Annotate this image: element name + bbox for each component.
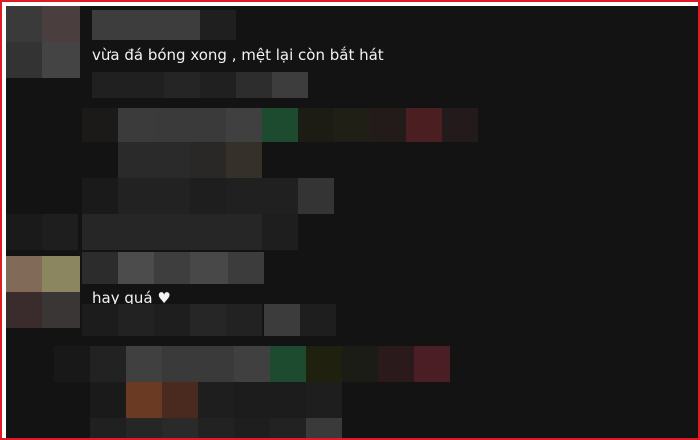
green-reaction[interactable]	[262, 108, 298, 142]
username-tail	[200, 10, 236, 40]
comment-feed: vừa đá bóng xong , mệt lại còn bắt hát h…	[6, 6, 698, 438]
username[interactable]	[82, 252, 264, 284]
reply-button[interactable]	[236, 72, 272, 98]
like-button[interactable]	[272, 72, 308, 98]
green-reaction[interactable]	[270, 346, 306, 382]
avatar[interactable]	[6, 256, 80, 328]
red-reaction[interactable]	[414, 346, 450, 382]
screenshot-frame: vừa đá bóng xong , mệt lại còn bắt hát h…	[0, 0, 700, 440]
avatar[interactable]	[6, 6, 80, 78]
red-reaction[interactable]	[406, 108, 442, 142]
like-button[interactable]	[264, 304, 300, 336]
comment-text: vừa đá bóng xong , mệt lại còn bắt hát	[92, 46, 384, 64]
username[interactable]	[92, 10, 200, 40]
